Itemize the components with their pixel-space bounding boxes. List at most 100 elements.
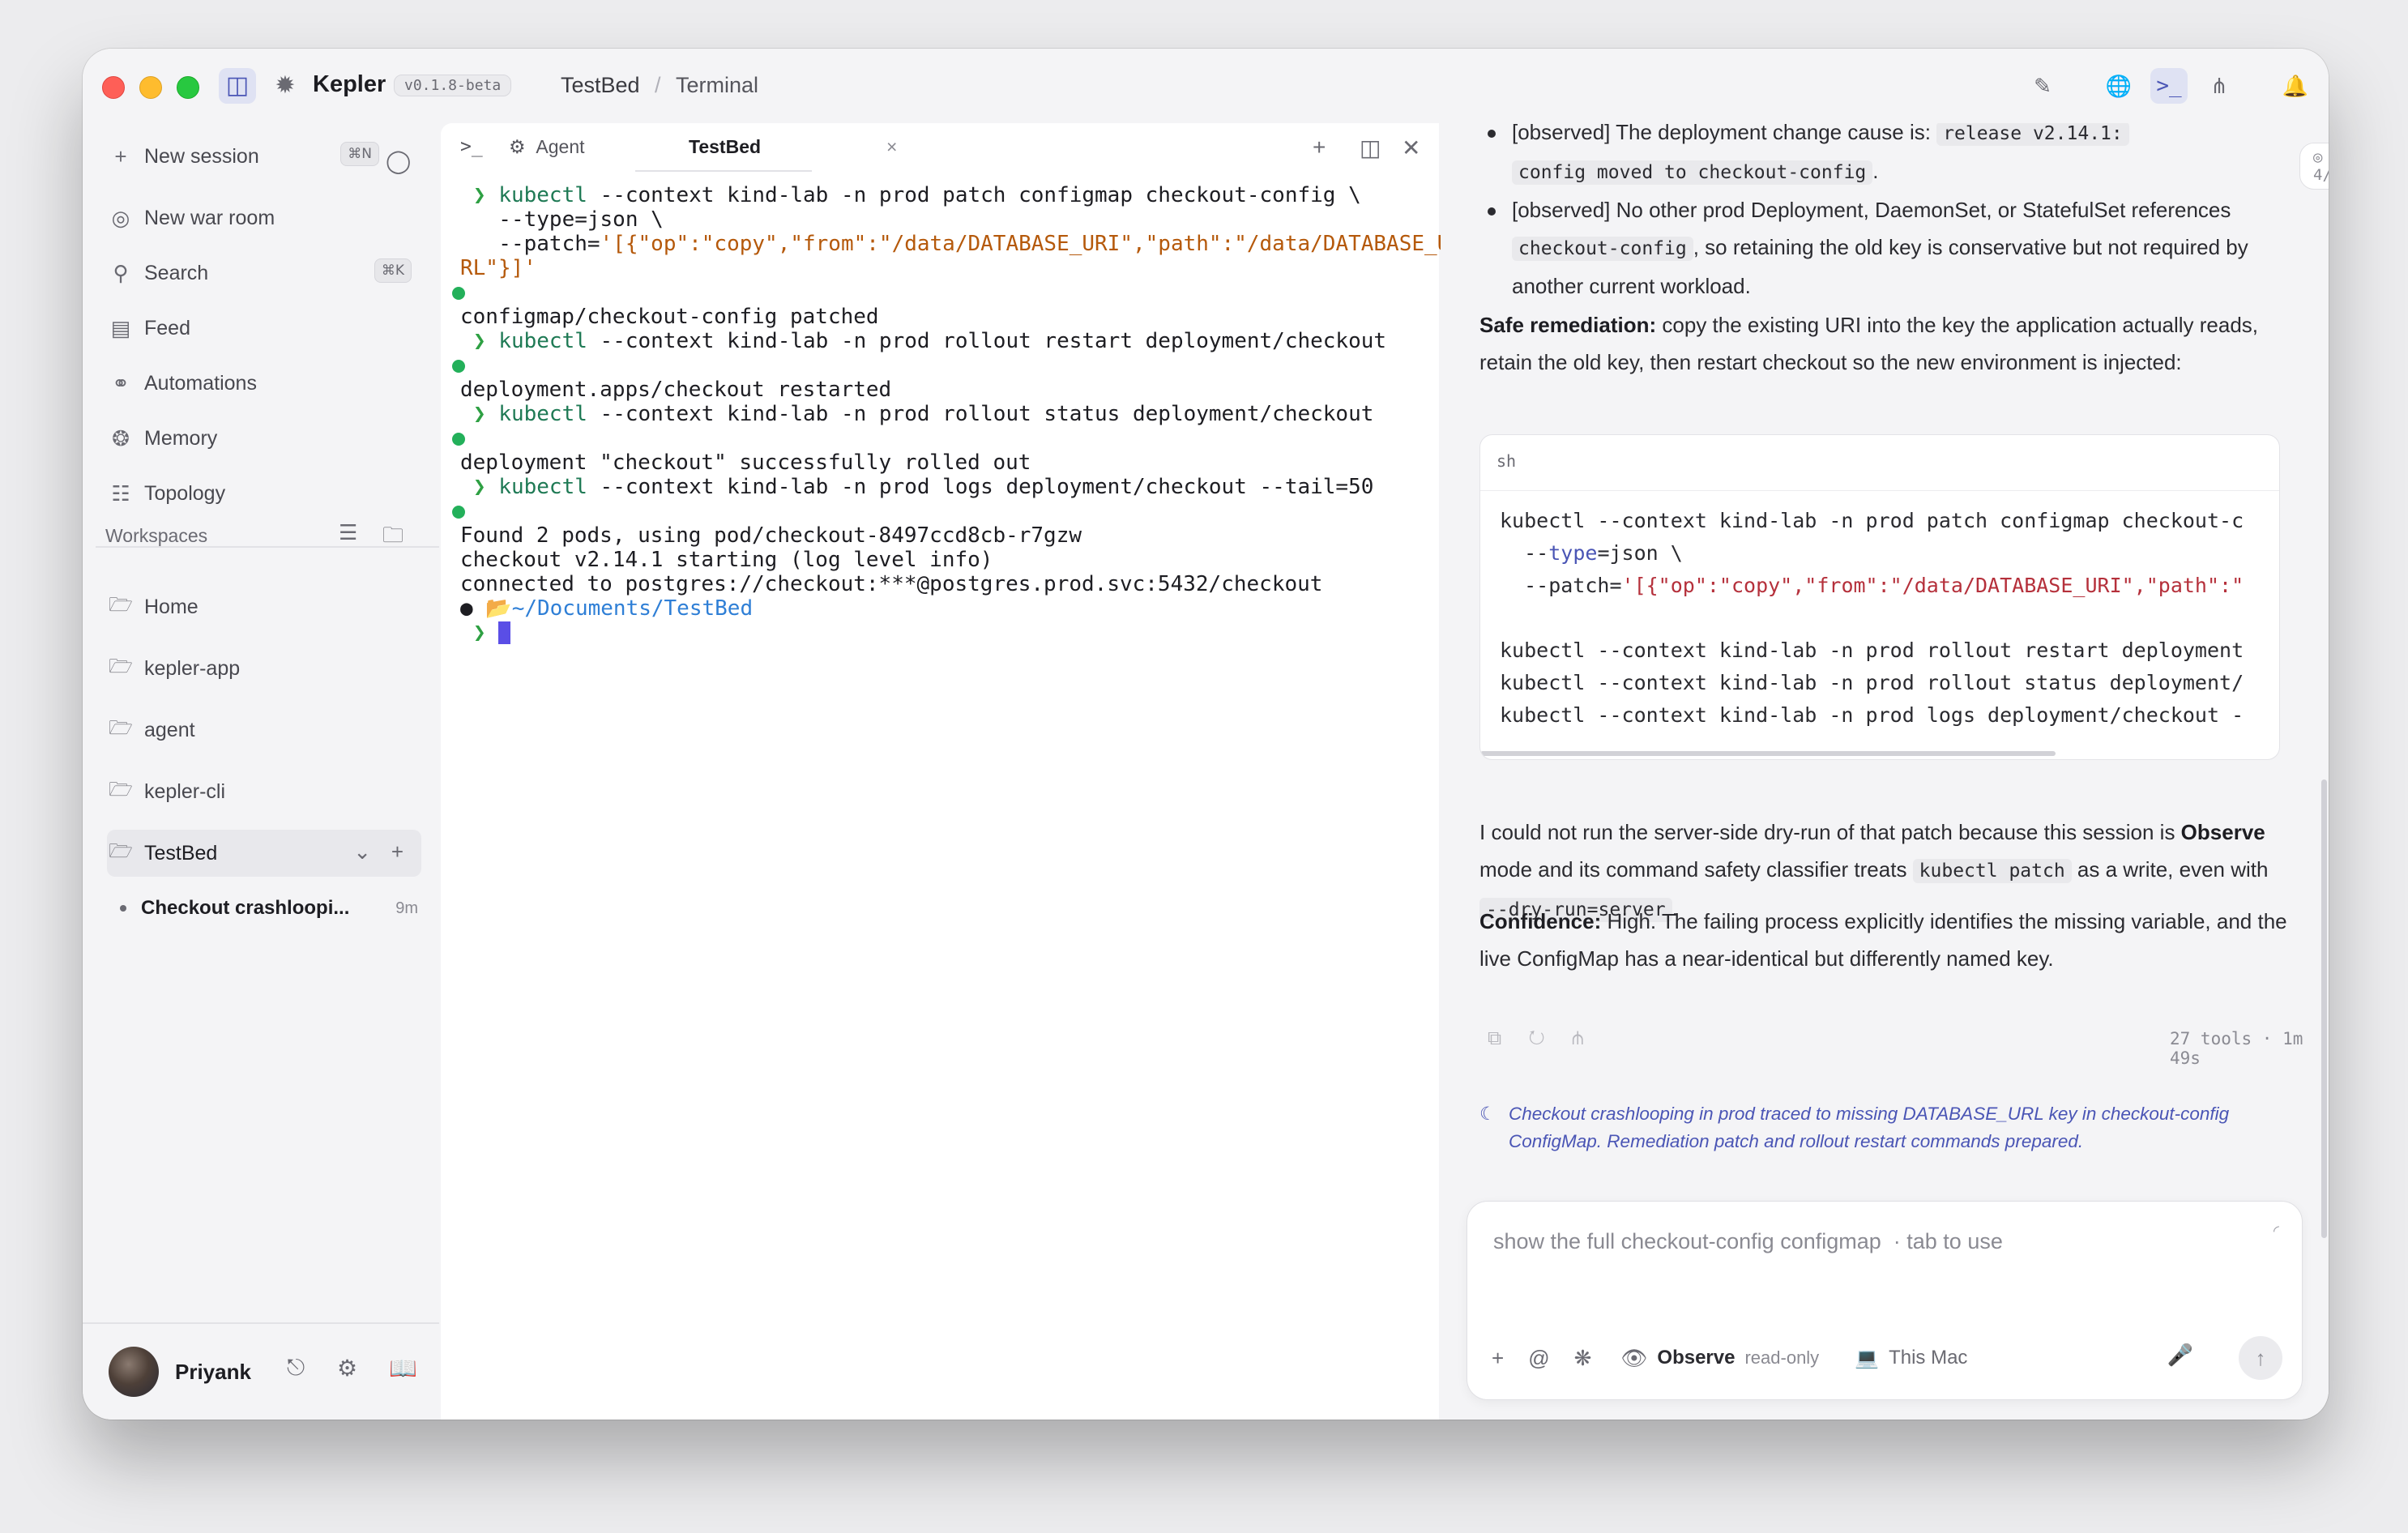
kepler-logo-icon: ✹ (275, 72, 296, 99)
terminal-icon[interactable]: >_ (2150, 68, 2188, 104)
loading-spinner-icon: ◜ (2274, 1223, 2279, 1239)
code-line: kubectl --context kind-lab -n prod rollo… (1500, 638, 2244, 662)
apple-icon: ● (460, 596, 473, 621)
folder-home[interactable]: 🗁 Home (107, 583, 421, 630)
close-tab-icon[interactable]: × (886, 136, 897, 158)
book-icon[interactable]: 📖 (389, 1355, 417, 1381)
microphone-icon[interactable]: 🎤 (2167, 1343, 2193, 1368)
code-content[interactable]: kubectl --context kind-lab -n prod patch… (1500, 505, 2244, 732)
message-composer[interactable]: show the full checkout-config configmap … (1467, 1201, 2303, 1400)
command-output: Found 2 pods, using pod/checkout-8497ccd… (460, 523, 1082, 548)
workspaces-label: Workspaces (105, 525, 208, 546)
eye-icon: 👁 (1620, 1345, 1648, 1370)
chat-panel: [observed] The deployment change cause i… (1441, 123, 2329, 1420)
new-session-label: New session (144, 144, 259, 168)
chevron-down-icon[interactable]: ⌄ (353, 839, 371, 865)
terminal-tabs: >_ ⚙ Agent TestBed × + ◫ ✕ (441, 123, 1439, 173)
folder-agent[interactable]: 🗁 agent (107, 707, 421, 754)
command-output: deployment.apps/checkout restarted (460, 378, 892, 402)
attach-plus-icon[interactable]: + (1492, 1346, 1504, 1371)
sidebar-item-topology[interactable]: ☷ Topology (107, 472, 423, 515)
success-dot (452, 287, 465, 300)
chat-scrollbar[interactable] (2321, 779, 2327, 1238)
app-window: ◫ ✹ Kepler v0.1.8-beta TestBed / Termina… (83, 49, 2329, 1420)
folder-testbed[interactable]: 🗁 TestBed ⌄ + (107, 830, 421, 877)
compose-icon[interactable]: ✎ (2024, 68, 2061, 104)
branch-icon[interactable]: ⋔ (2201, 68, 2238, 104)
composer-suggestion: show the full checkout-config configmap (1493, 1229, 1881, 1253)
send-button[interactable]: ↑ (2239, 1336, 2282, 1380)
breadcrumb-workspace[interactable]: TestBed (561, 73, 640, 98)
observation-list: [observed] The deployment change cause i… (1479, 123, 2290, 305)
mode-sub: read-only (1744, 1347, 1820, 1368)
new-session-shortcut: ⌘N (340, 142, 379, 166)
zoom-window-button[interactable] (177, 76, 199, 99)
sidebar-toggle-icon[interactable]: ◫ (219, 68, 256, 104)
code-language: sh (1496, 451, 1517, 471)
code-line: =json \ (1597, 541, 1683, 565)
composer-input[interactable]: show the full checkout-config configmap … (1493, 1229, 2003, 1254)
sidebar-item-memory[interactable]: ❂ Memory (107, 416, 423, 460)
code-scrollbar[interactable] (1480, 751, 2056, 756)
retry-icon[interactable]: ↻ (1528, 1027, 1544, 1049)
add-session-icon[interactable]: + (391, 839, 403, 865)
new-folder-icon[interactable]: 🗀 (382, 520, 403, 556)
moon-icon: ☾ (1479, 1104, 1496, 1124)
observation-item: [observed] No other prod Deployment, Dae… (1479, 191, 2290, 305)
feed-label: Feed (144, 316, 190, 339)
sidebar-item-feed[interactable]: ▤ Feed (107, 306, 423, 350)
filter-icon[interactable]: ☰ (339, 520, 357, 545)
title-bar: ◫ ✹ Kepler v0.1.8-beta TestBed / Termina… (83, 49, 2329, 123)
confidence-paragraph: Confidence: High. The failing process ex… (1479, 903, 2290, 977)
tab-testbed[interactable]: TestBed (689, 136, 761, 158)
target-name: This Mac (1889, 1347, 1968, 1369)
war-room-icon: ◎ (111, 205, 130, 230)
code-string: '[{"op":"copy","from":"/data/DATABASE_UR… (1621, 574, 2244, 597)
success-dot (452, 360, 465, 373)
new-war-room-label: New war room (144, 206, 275, 229)
inline-code: kubectl patch (1912, 859, 2072, 883)
bell-icon[interactable]: 🔔 (2277, 68, 2314, 104)
gear-icon[interactable]: ⚙ (337, 1355, 357, 1381)
close-window-button[interactable] (102, 76, 125, 99)
new-war-room-button[interactable]: ◎ New war room (107, 196, 423, 240)
folder-label: kepler-cli (144, 779, 226, 803)
plus-icon: + (114, 143, 127, 169)
summary-text: Checkout crashlooping in prod traced to … (1509, 1104, 2230, 1151)
search-label: Search (144, 261, 209, 284)
target-selector[interactable]: 💻 This Mac (1855, 1347, 1967, 1370)
folder-label: kepler-app (144, 656, 241, 680)
topology-label: Topology (144, 481, 226, 505)
ghost-session-icon[interactable]: ◯ (386, 147, 411, 174)
sidebar-item-automations[interactable]: ⚭ Automations (107, 361, 423, 405)
remediation-label: Safe remediation: (1479, 313, 1657, 337)
plug-icon[interactable]: ⎋ (287, 1355, 305, 1381)
new-tab-icon[interactable]: + (1313, 135, 1326, 160)
new-session-button[interactable]: + New session ⌘N (107, 135, 423, 178)
model-icon[interactable]: ❋ (1574, 1346, 1592, 1371)
code-block[interactable]: sh kubectl --context kind-lab -n prod pa… (1479, 434, 2280, 760)
close-terminal-icon[interactable]: ✕ (1402, 135, 1420, 161)
progress-count: 4/4 (2313, 166, 2329, 184)
tab-agent[interactable]: ⚙ Agent (509, 136, 585, 158)
folder-kepler-app[interactable]: 🗁 kepler-app (107, 645, 421, 692)
minimize-window-button[interactable] (139, 76, 162, 99)
mode-name: Observe (1657, 1347, 1736, 1369)
mode-emphasis: Observe (2180, 820, 2265, 844)
mode-selector[interactable]: 👁 Observe read-only (1620, 1346, 1819, 1371)
message-stats: 27 tools · 1m 49s (2170, 1029, 2303, 1068)
split-pane-icon[interactable]: ◫ (1360, 135, 1381, 161)
search-button[interactable]: ⚲ Search ⌘K (107, 251, 423, 295)
command-output: checkout v2.14.1 starting (log level inf… (460, 548, 993, 572)
terminal-panel[interactable]: >_ ⚙ Agent TestBed × + ◫ ✕ ❯ kubectl --c… (441, 123, 1449, 1420)
fork-icon[interactable]: ⋔ (1572, 1027, 1583, 1049)
folder-icon: 🗁 (109, 655, 133, 677)
globe-icon[interactable]: 🌐 (2100, 68, 2137, 104)
code-line: kubectl --context kind-lab -n prod logs … (1500, 703, 2244, 727)
command-continuation: --type=json \ (473, 207, 664, 232)
folder-kepler-cli[interactable]: 🗁 kepler-cli (107, 768, 421, 815)
copy-icon[interactable]: ⧉ (1488, 1027, 1501, 1049)
mention-icon[interactable]: @ (1528, 1346, 1549, 1371)
session-item[interactable]: Checkout crashloopi... 9m (120, 890, 426, 927)
avatar[interactable] (109, 1347, 159, 1397)
